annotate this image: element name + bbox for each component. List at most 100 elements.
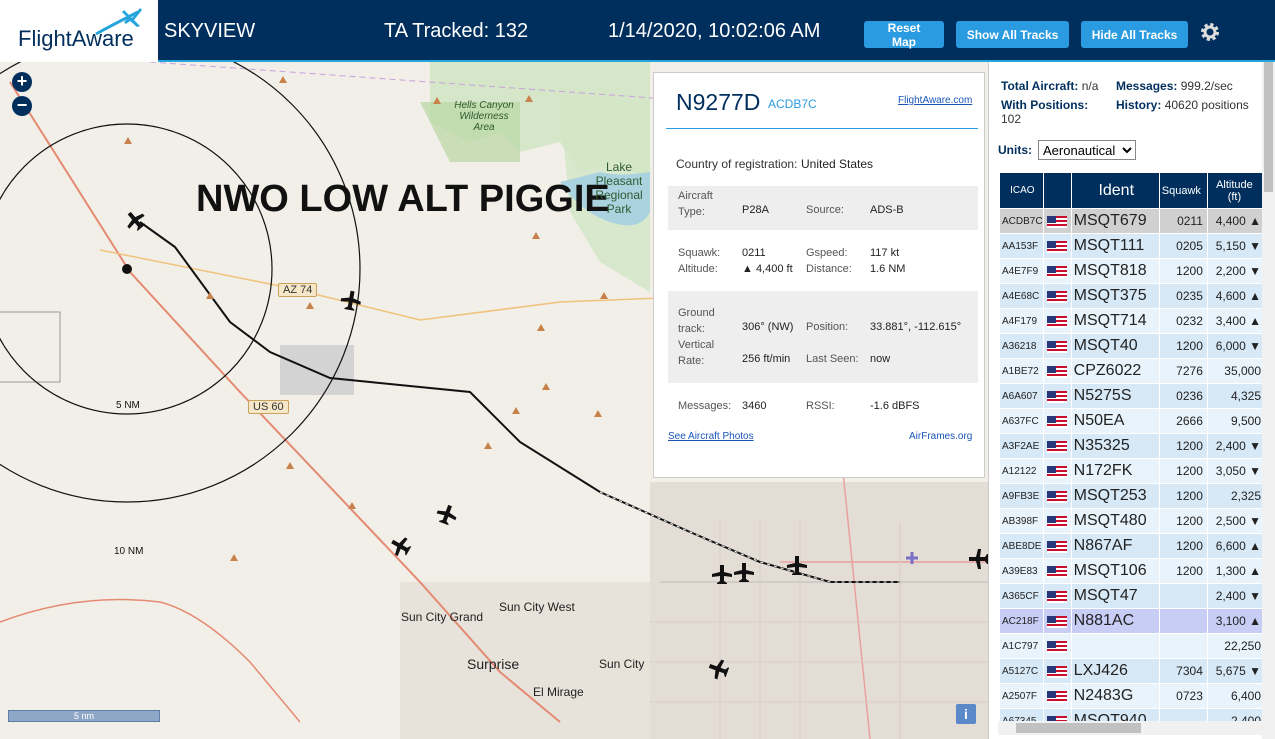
table-row[interactable]: A2507F N2483G 0723 6,400 [999,683,1265,709]
row-ident: MSQT111 [1070,233,1160,259]
us-flag-icon [1047,315,1068,328]
zoom-in-button[interactable]: + [12,72,32,92]
row-squawk: 1200 [1158,258,1208,284]
row-squawk: 7304 [1158,658,1208,684]
table-row[interactable]: A1C797 22,250 [999,633,1265,659]
row-ident: MSQT106 [1070,558,1160,584]
row-flag [1042,583,1072,609]
table-row[interactable]: A39E83 MSQT106 1200 1,300 ▲ [999,558,1265,584]
us-flag-icon [1047,615,1068,628]
gear-icon[interactable] [1198,20,1222,49]
table-row[interactable]: A365CF MSQT47 2,400 ▼ [999,583,1265,609]
airframes-link[interactable]: AirFrames.org [909,431,972,442]
map-info-button[interactable]: i [956,704,976,724]
col-squawk[interactable]: Squawk [1158,172,1208,209]
messages-rate-value: 999.2/sec [1180,79,1233,93]
table-row[interactable]: A4F179 MSQT714 0232 3,400 ▲ [999,308,1265,334]
top-bar: FlightAware SKYVIEW TA Tracked: 132 1/14… [0,0,1275,62]
squawk-label: Squawk: [678,247,721,259]
messages-value: 3460 [742,400,767,412]
table-row[interactable]: A12122 N172FK 1200 3,050 ▼ [999,458,1265,484]
gspeed-value: 117 kt [870,247,900,259]
table-row[interactable]: A6A607 N5275S 0236 4,325 [999,383,1265,409]
table-row[interactable]: A3F2AE N35325 1200 2,400 ▼ [999,433,1265,459]
sidebar: Total Aircraft: n/a Messages: 999.2/sec … [988,62,1275,739]
source-value: ADS-B [870,204,904,216]
vertical-rate-value: 256 ft/min [742,353,791,365]
row-icao: A3F2AE [999,433,1044,459]
units-select[interactable]: Aeronautical [1038,140,1136,160]
row-squawk: 0232 [1158,308,1208,334]
row-squawk: 0211 [1158,208,1208,234]
row-icao: A365CF [999,583,1044,609]
row-altitude: 5,150 ▼ [1206,233,1265,259]
row-flag [1042,283,1072,309]
row-ident: MSQT47 [1070,583,1160,609]
zoom-out-button[interactable]: − [12,96,32,116]
aircraft-table-body: ACDB7C MSQT679 0211 4,400 ▲ AA153F MSQT111 020… [999,208,1265,734]
row-flag [1042,558,1072,584]
horizontal-scrollbar[interactable] [998,721,1262,735]
col-altitude[interactable]: Altitude (ft) [1206,172,1265,209]
table-row[interactable]: A637FC N50EA 2666 9,500 [999,408,1265,434]
row-icao: AB398F [999,508,1044,534]
map-overlay-title: NWO LOW ALT PIGGIE [196,178,610,220]
row-squawk: 1200 [1158,508,1208,534]
total-aircraft-label: Total Aircraft: [1001,79,1079,93]
vertical-scroll-thumb[interactable] [1264,62,1273,192]
row-altitude: 3,100 ▲ [1206,608,1265,634]
us-flag-icon [1047,640,1068,653]
country-row: Country of registration: United States [668,157,978,177]
ring-label-10nm: 10 NM [114,546,144,557]
table-row[interactable]: A9FB3E MSQT253 1200 2,325 [999,483,1265,509]
col-flag[interactable] [1042,172,1072,209]
table-row[interactable]: A36218 MSQT40 1200 6,000 ▼ [999,333,1265,359]
table-row[interactable]: ACDB7C MSQT679 0211 4,400 ▲ [999,208,1265,234]
table-row[interactable]: A4E68C MSQT375 0235 4,600 ▲ [999,283,1265,309]
table-row[interactable]: AA153F MSQT111 0205 5,150 ▼ [999,233,1265,259]
table-row[interactable]: AB398F MSQT480 1200 2,500 ▼ [999,508,1265,534]
messages-rate: Messages: 999.2/sec [1116,79,1233,93]
row-squawk: 2666 [1158,408,1208,434]
row-icao: A6A607 [999,383,1044,409]
row-ident: N867AF [1070,533,1160,559]
flightaware-logo[interactable]: FlightAware [0,0,158,62]
table-row[interactable]: A4E7F9 MSQT818 1200 2,200 ▼ [999,258,1265,284]
row-ident: MSQT375 [1070,283,1160,309]
row-icao: ACDB7C [999,208,1044,234]
show-all-tracks-button[interactable]: Show All Tracks [956,21,1069,48]
col-icao[interactable]: ICAO [999,172,1044,209]
row-squawk: 1200 [1158,333,1208,359]
flightaware-link[interactable]: FlightAware.com [898,95,972,106]
map-label-hells-canyon: Hells Canyon Wilderness Area [454,100,514,133]
hide-all-tracks-button[interactable]: Hide All Tracks [1081,21,1188,48]
row-altitude: 2,325 [1206,483,1265,509]
row-altitude: 6,600 ▲ [1206,533,1265,559]
row-icao: A39E83 [999,558,1044,584]
vertical-scrollbar[interactable] [1262,62,1275,739]
total-aircraft: Total Aircraft: n/a [1001,79,1098,93]
row-flag [1042,408,1072,434]
last-seen-label: Last Seen: [806,353,859,365]
us-flag-icon [1047,540,1068,553]
horizontal-scroll-thumb[interactable] [1016,723,1141,733]
reset-map-button[interactable]: Reset Map [864,21,944,49]
row-altitude: 35,000 [1206,358,1265,384]
aircraft-table: ICAO Ident Squawk Altitude (ft) ACDB7C MS… [999,172,1265,734]
aircraft-photos-link[interactable]: See Aircraft Photos [668,431,754,442]
table-row[interactable]: A5127C LXJ426 7304 5,675 ▼ [999,658,1265,684]
source-label: Source: [806,204,844,216]
us-flag-icon [1047,590,1068,603]
map-label-surprise: Surprise [467,656,520,672]
row-flag [1042,533,1072,559]
col-ident[interactable]: Ident [1070,172,1160,209]
table-row[interactable]: ABE8DE N867AF 1200 6,600 ▲ [999,533,1265,559]
row-flag [1042,683,1072,709]
row-flag [1042,433,1072,459]
table-row[interactable]: A1BE72 CPZ6022 7276 35,000 [999,358,1265,384]
row-altitude: 4,325 [1206,383,1265,409]
table-row[interactable]: AC218F N881AC 3,100 ▲ [999,608,1265,634]
row-flag [1042,308,1072,334]
position-label: Position: [806,321,849,333]
row-ident: MSQT40 [1070,333,1160,359]
